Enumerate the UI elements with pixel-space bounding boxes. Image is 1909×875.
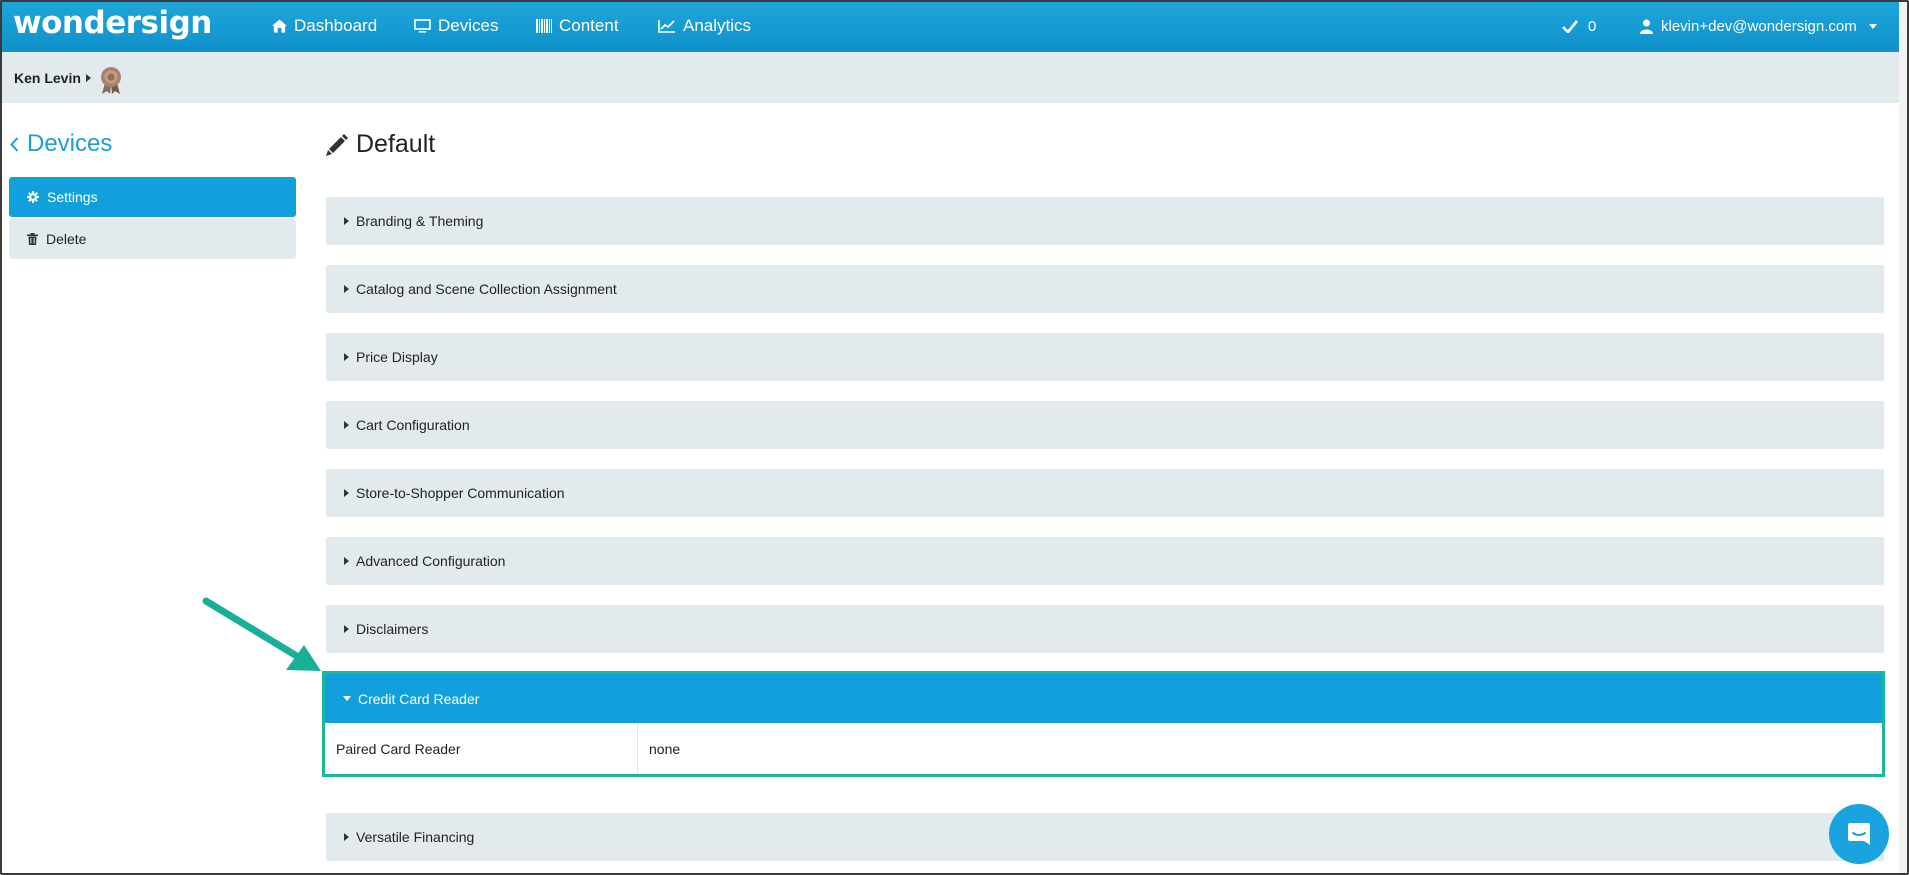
- sidebar-item-label: Delete: [46, 231, 87, 247]
- nav-devices[interactable]: Devices: [414, 0, 498, 52]
- panel-title: Credit Card Reader: [358, 690, 480, 707]
- nav-analytics-label: Analytics: [683, 16, 752, 35]
- caret-right-icon: [344, 625, 349, 633]
- panel-title: Cart Configuration: [356, 417, 470, 433]
- panel-title: Disclaimers: [356, 621, 429, 637]
- nav-tasks[interactable]: 0: [1562, 0, 1596, 52]
- chat-support-button[interactable]: [1829, 804, 1889, 864]
- nav-dashboard-label: Dashboard: [294, 16, 378, 35]
- gear-icon: [27, 191, 39, 203]
- page-scrollbar[interactable]: [1899, 0, 1907, 875]
- caret-right-icon: [344, 353, 349, 361]
- monitor-icon: [414, 19, 431, 33]
- panel-title: Versatile Financing: [356, 829, 475, 845]
- brand-logo[interactable]: wondersign: [13, 5, 212, 41]
- account-switcher[interactable]: Ken Levin: [14, 52, 91, 103]
- sidebar-item-settings[interactable]: Settings: [9, 177, 296, 217]
- paired-card-reader-row: Paired Card Reader none: [325, 723, 1882, 774]
- account-name: Ken Levin: [14, 69, 81, 86]
- panel-versatile-financing[interactable]: Versatile Financing: [326, 813, 1884, 861]
- chat-icon: [1848, 823, 1870, 845]
- user-icon: [1640, 19, 1653, 34]
- user-menu[interactable]: klevin+dev@wondersign.com: [1640, 0, 1877, 52]
- barcode-icon: [536, 19, 552, 33]
- check-icon: [1562, 19, 1578, 33]
- caret-right-icon: [85, 73, 91, 82]
- panel-credit-card-reader: Credit Card Reader Paired Card Reader no…: [322, 671, 1885, 777]
- nav-dashboard[interactable]: Dashboard: [272, 0, 377, 52]
- home-icon: [272, 19, 287, 33]
- annotation-arrow-icon: [202, 597, 321, 671]
- caret-right-icon: [344, 489, 349, 497]
- pencil-icon: [326, 133, 348, 156]
- panel-advanced-configuration[interactable]: Advanced Configuration: [326, 537, 1884, 585]
- tasks-count: 0: [1588, 17, 1597, 35]
- caret-right-icon: [344, 285, 349, 293]
- page-title: Default: [326, 130, 435, 159]
- credit-card-reader-header[interactable]: Credit Card Reader: [325, 674, 1882, 723]
- award-badge-icon: [101, 67, 121, 94]
- panel-cart-configuration[interactable]: Cart Configuration: [326, 401, 1884, 449]
- sidebar-item-delete[interactable]: Delete: [9, 219, 296, 259]
- nav-content-label: Content: [559, 16, 619, 35]
- chevron-left-icon: [10, 136, 19, 152]
- user-email: klevin+dev@wondersign.com: [1661, 17, 1857, 35]
- trash-icon: [27, 233, 38, 245]
- back-label: Devices: [27, 130, 113, 157]
- panel-title: Store-to-Shopper Communication: [356, 485, 565, 501]
- caret-right-icon: [344, 217, 349, 225]
- panel-title: Price Display: [356, 349, 438, 365]
- nav-devices-label: Devices: [438, 16, 499, 35]
- panel-title: Branding & Theming: [356, 213, 484, 229]
- paired-card-reader-value[interactable]: none: [649, 723, 680, 774]
- account-bar: Ken Levin: [0, 52, 1899, 103]
- caret-right-icon: [344, 833, 349, 841]
- caret-right-icon: [344, 421, 349, 429]
- nav-analytics[interactable]: Analytics: [658, 0, 751, 52]
- panel-store-to-shopper[interactable]: Store-to-Shopper Communication: [326, 469, 1884, 517]
- sidebar-item-label: Settings: [47, 189, 98, 205]
- panel-title: Catalog and Scene Collection Assignment: [356, 281, 617, 297]
- caret-down-icon: [343, 696, 351, 701]
- paired-card-reader-label: Paired Card Reader: [336, 740, 461, 757]
- chevron-down-icon: [1868, 23, 1877, 29]
- nav-content[interactable]: Content: [536, 0, 619, 52]
- panel-price-display[interactable]: Price Display: [326, 333, 1884, 381]
- panel-branding-theming[interactable]: Branding & Theming: [326, 197, 1884, 245]
- panel-catalog-assignment[interactable]: Catalog and Scene Collection Assignment: [326, 265, 1884, 313]
- caret-right-icon: [344, 557, 349, 565]
- page-title-text: Default: [356, 130, 436, 158]
- panel-title: Advanced Configuration: [356, 553, 506, 569]
- top-navbar: wondersign Dashboard Devices Content Ana…: [0, 0, 1899, 52]
- back-to-devices-link[interactable]: Devices: [10, 130, 112, 158]
- panel-disclaimers[interactable]: Disclaimers: [326, 605, 1884, 653]
- line-chart-icon: [658, 20, 675, 33]
- cell-divider: [637, 723, 638, 774]
